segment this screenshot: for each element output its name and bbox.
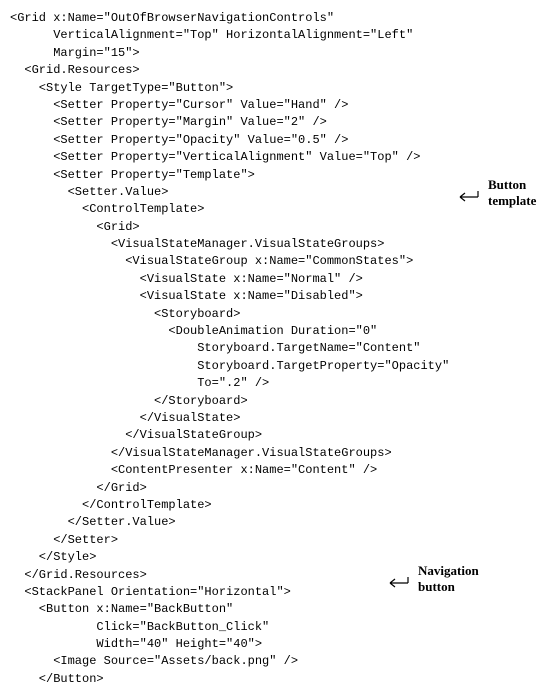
- annotation-line: template: [488, 193, 536, 208]
- annotation-navigation-button: Navigation button: [418, 563, 479, 594]
- code-listing-container: <Grid x:Name="OutOfBrowserNavigationCont…: [10, 10, 531, 688]
- annotation-line: Button: [488, 177, 526, 192]
- annotation-line: button: [418, 579, 455, 594]
- annotation-arrow-1: [458, 190, 482, 204]
- annotation-arrow-2: [388, 576, 412, 590]
- annotation-button-template: Button template: [488, 177, 536, 208]
- annotation-line: Navigation: [418, 563, 479, 578]
